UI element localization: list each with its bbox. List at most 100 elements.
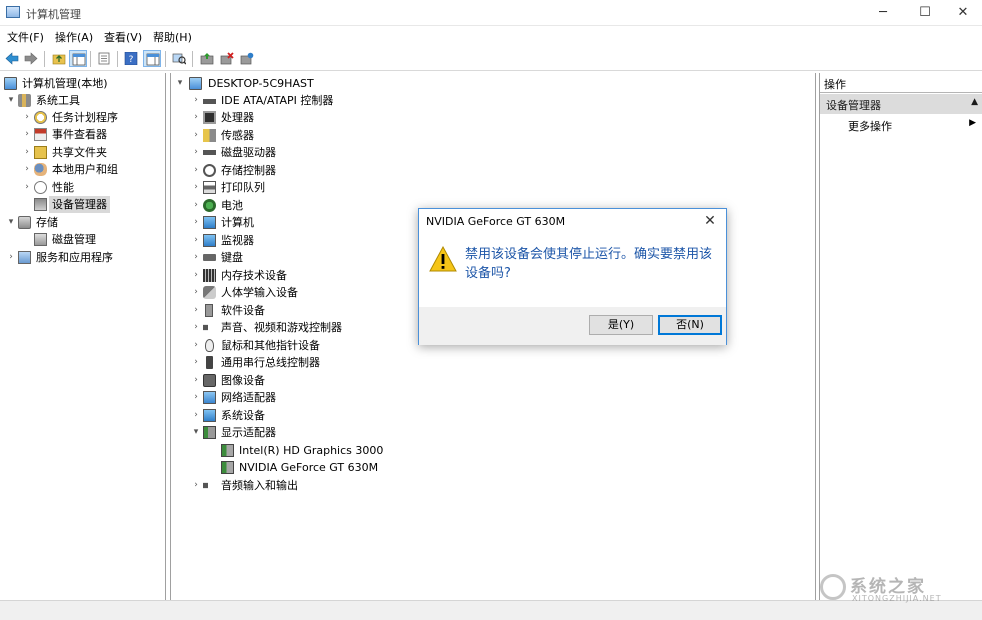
speaker-icon — [203, 479, 216, 492]
chevron-right-icon[interactable]: › — [191, 249, 201, 266]
display-adapter-icon — [203, 426, 216, 439]
printer-icon — [203, 181, 216, 194]
up-level-button[interactable] — [50, 50, 68, 67]
action-pane-button[interactable] — [143, 50, 161, 67]
menu-view[interactable]: 查看(V) — [104, 29, 142, 45]
chevron-right-icon[interactable]: › — [191, 389, 201, 406]
chevron-right-icon[interactable]: › — [191, 179, 201, 196]
chevron-right-icon[interactable]: › — [191, 214, 201, 231]
chevron-right-icon[interactable]: › — [191, 302, 201, 319]
tree-item-local-users[interactable]: › 本地用户和组 — [22, 161, 164, 178]
device-category-sensors[interactable]: › 传感器 — [191, 127, 591, 144]
chevron-right-icon[interactable]: › — [191, 197, 201, 214]
device-category-display-adapters[interactable]: ▾ 显示适配器 — [191, 424, 591, 441]
chevron-right-icon[interactable]: › — [191, 232, 201, 249]
yes-button[interactable]: 是(Y) — [589, 315, 653, 335]
chevron-right-icon[interactable]: › — [191, 337, 201, 354]
forward-button[interactable] — [22, 50, 40, 67]
chevron-right-icon[interactable]: › — [191, 109, 201, 126]
chevron-down-icon[interactable]: ▾ — [6, 92, 16, 109]
device-nvidia-geforce[interactable]: NVIDIA GeForce GT 630M — [209, 459, 609, 476]
back-button[interactable] — [3, 50, 21, 67]
device-category-ide[interactable]: › IDE ATA/ATAPI 控制器 — [191, 92, 591, 109]
tree-item-event-viewer[interactable]: › 事件查看器 — [22, 126, 164, 143]
menu-help[interactable]: 帮助(H) — [153, 29, 192, 45]
device-category-system-devices[interactable]: › 系统设备 — [191, 407, 591, 424]
share-icon — [34, 146, 47, 159]
help-icon: ? — [124, 52, 138, 65]
device-category-imaging[interactable]: › 图像设备 — [191, 372, 591, 389]
performance-icon — [34, 181, 47, 194]
device-category-audio-io[interactable]: › 音频输入和输出 — [191, 477, 591, 494]
enable-device-button[interactable] — [238, 50, 256, 67]
maximize-button[interactable]: ☐ — [904, 0, 946, 26]
chevron-right-icon[interactable]: › — [22, 109, 32, 126]
update-driver-button[interactable] — [198, 50, 216, 67]
properties-button[interactable] — [95, 50, 113, 67]
ide-controller-icon — [203, 99, 216, 104]
dialog-footer: 是(Y) 否(N) — [419, 307, 726, 345]
chevron-down-icon[interactable]: ▾ — [6, 214, 16, 231]
actions-section-device-manager[interactable]: 设备管理器 ▲ — [820, 94, 982, 114]
tree-item-system-tools[interactable]: ▾ 系统工具 — [6, 92, 164, 109]
device-category-print-queues[interactable]: › 打印队列 — [191, 179, 591, 196]
chevron-right-icon[interactable]: › — [22, 161, 32, 178]
watermark-logo-icon — [820, 574, 846, 600]
disable-device-button[interactable] — [218, 50, 236, 67]
computer-icon — [189, 77, 202, 90]
tree-item-storage[interactable]: ▾ 存储 — [6, 214, 164, 231]
close-button[interactable]: ✕ — [942, 0, 982, 26]
tree-item-shared-folders[interactable]: › 共享文件夹 — [22, 144, 164, 161]
menu-file[interactable]: 文件(F) — [7, 29, 44, 45]
scan-hardware-button[interactable] — [170, 50, 188, 67]
chevron-down-icon[interactable]: ▾ — [191, 424, 201, 441]
device-category-storage-controllers[interactable]: › 存储控制器 — [191, 162, 591, 179]
chevron-right-icon[interactable]: › — [191, 319, 201, 336]
menu-action[interactable]: 操作(A) — [55, 29, 93, 45]
device-category-network-adapters[interactable]: › 网络适配器 — [191, 389, 591, 406]
chevron-right-icon[interactable]: › — [191, 354, 201, 371]
chevron-right-icon[interactable]: › — [191, 127, 201, 144]
action-pane-icon — [146, 53, 160, 66]
chevron-right-icon[interactable]: › — [191, 144, 201, 161]
chevron-right-icon[interactable]: › — [6, 249, 16, 266]
help-button[interactable]: ? — [122, 50, 140, 67]
chevron-down-icon[interactable]: ▾ — [175, 75, 185, 92]
dialog-close-button[interactable]: ✕ — [700, 211, 720, 231]
storage-icon — [18, 216, 31, 229]
device-tree-root[interactable]: ▾ DESKTOP-5C9HAST — [175, 75, 575, 92]
minimize-button[interactable]: ─ — [862, 0, 904, 26]
toolbar-separator — [90, 51, 91, 67]
device-category-processors[interactable]: › 处理器 — [191, 109, 591, 126]
chevron-right-icon[interactable]: › — [22, 179, 32, 196]
toolbar-separator — [165, 51, 166, 67]
users-icon — [34, 163, 47, 176]
collapse-icon[interactable]: ▲ — [971, 97, 978, 107]
window-title: 计算机管理 — [26, 8, 81, 21]
chevron-right-icon[interactable]: › — [191, 92, 201, 109]
chevron-right-icon[interactable]: › — [191, 162, 201, 179]
chevron-right-icon[interactable]: › — [22, 126, 32, 143]
toolbar-separator — [117, 51, 118, 67]
tree-item-services-apps[interactable]: › 服务和应用程序 — [6, 249, 164, 266]
chevron-right-icon[interactable]: › — [191, 267, 201, 284]
chevron-right-icon[interactable]: › — [191, 477, 201, 494]
properties-icon — [98, 52, 110, 65]
device-category-usb[interactable]: › 通用串行总线控制器 — [191, 354, 591, 371]
no-button[interactable]: 否(N) — [658, 315, 722, 335]
chevron-right-icon[interactable]: › — [191, 372, 201, 389]
more-actions-item[interactable]: 更多操作 ▶ — [848, 118, 978, 134]
tree-item-task-scheduler[interactable]: › 任务计划程序 — [22, 109, 164, 126]
mouse-icon — [205, 339, 214, 352]
tree-item-performance[interactable]: › 性能 — [22, 179, 164, 196]
tree-item-device-manager[interactable]: 设备管理器 — [22, 196, 164, 213]
chevron-right-icon[interactable]: › — [22, 144, 32, 161]
speaker-icon — [203, 321, 216, 334]
tree-item-disk-management[interactable]: 磁盘管理 — [22, 231, 164, 248]
device-intel-hd-graphics[interactable]: Intel(R) HD Graphics 3000 — [209, 442, 609, 459]
tree-item-computer-management[interactable]: 计算机管理(本地) — [4, 75, 164, 92]
chevron-right-icon[interactable]: › — [191, 407, 201, 424]
show-hide-tree-button[interactable] — [69, 50, 87, 67]
device-category-disk-drives[interactable]: › 磁盘驱动器 — [191, 144, 591, 161]
chevron-right-icon[interactable]: › — [191, 284, 201, 301]
